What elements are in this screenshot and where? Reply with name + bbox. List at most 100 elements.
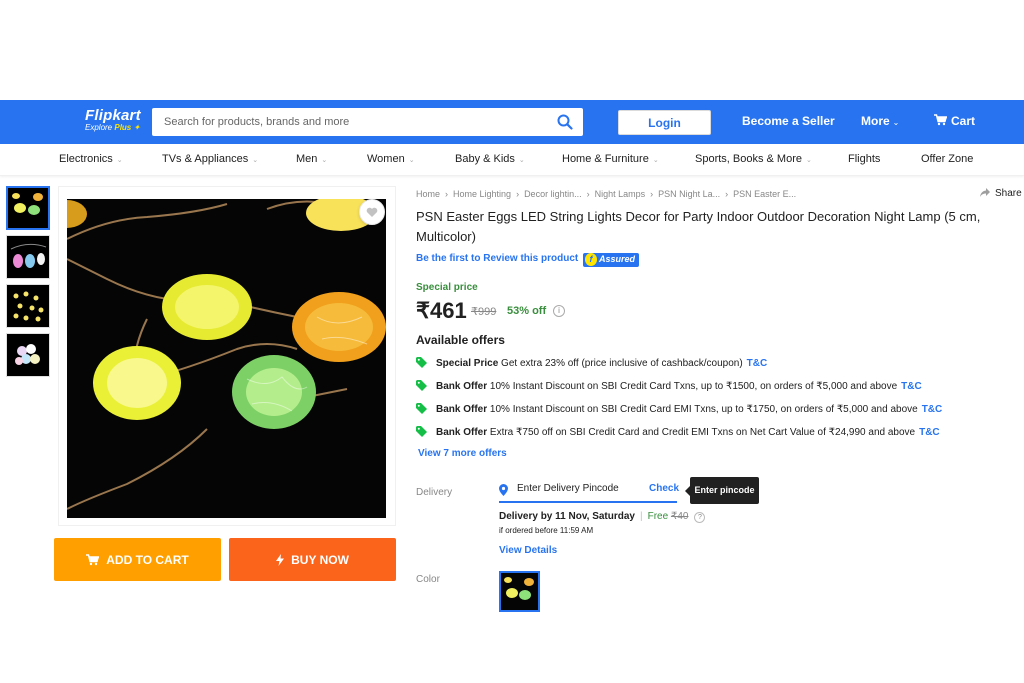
pincode-tooltip: Enter pincode: [685, 477, 759, 504]
offer-type: Bank Offer: [436, 381, 488, 392]
chevron-down-icon: ⌄: [806, 157, 812, 164]
thumbnail-1[interactable]: [6, 186, 50, 230]
flipkart-f-icon: f: [585, 253, 597, 266]
chevron-down-icon: ⌄: [518, 157, 525, 164]
add-to-cart-button[interactable]: ADD TO CART: [54, 538, 221, 581]
category-flights[interactable]: Flights: [848, 153, 880, 165]
offer-tag-icon: [416, 426, 427, 437]
free-delivery-label: Free: [647, 511, 669, 522]
category-tvs-appliances[interactable]: TVs & Appliances ⌄: [162, 153, 258, 165]
add-to-cart-label: ADD TO CART: [106, 552, 189, 567]
category-home-furniture[interactable]: Home & Furniture ⌄: [562, 153, 659, 165]
category-bar: Electronics ⌄ TVs & Appliances ⌄ Men ⌄ Wome…: [0, 144, 1024, 176]
become-seller-link[interactable]: Become a Seller: [742, 114, 835, 128]
color-label: Color: [416, 574, 440, 585]
more-label: More: [861, 114, 890, 128]
thumbnail-2[interactable]: [6, 235, 50, 279]
product-title: PSN Easter Eggs LED String Lights Decor …: [416, 209, 981, 244]
review-link[interactable]: Be the first to Review this product: [416, 253, 578, 264]
offer-tag-icon: [416, 357, 427, 368]
breadcrumb-chevron-icon: ›: [516, 189, 520, 199]
color-swatch-multicolor[interactable]: [499, 571, 540, 612]
login-button[interactable]: Login: [618, 110, 711, 135]
thumbnail-4[interactable]: [6, 333, 50, 377]
category-men[interactable]: Men ⌄: [296, 153, 327, 165]
discount-percent: 53% off: [507, 305, 547, 317]
offer-text: Extra ₹750 off on SBI Credit Card and Cr…: [489, 427, 916, 438]
search-icon[interactable]: [557, 114, 573, 130]
delivery-label: Delivery: [416, 487, 453, 498]
category-women[interactable]: Women ⌄: [367, 153, 415, 165]
breadcrumb: Home › Home Lighting › Decor lightin... › Nigh…: [416, 189, 796, 199]
offer-type: Bank Offer: [436, 427, 488, 438]
chevron-down-icon: ⌄: [116, 157, 123, 164]
cart-label: Cart: [951, 114, 976, 128]
wishlist-heart-icon[interactable]: [359, 199, 385, 225]
delivery-charge-strike: ₹40: [670, 511, 689, 522]
available-offers-heading: Available offers: [416, 333, 505, 347]
category-sports-books[interactable]: Sports, Books & More ⌄: [695, 153, 812, 165]
chevron-down-icon: ⌄: [652, 157, 659, 164]
offer-text: 10% Instant Discount on SBI Credit Card …: [489, 381, 898, 392]
share-label: Share: [995, 188, 1022, 199]
offer-type: Bank Offer: [436, 404, 488, 415]
view-details-link[interactable]: View Details: [499, 545, 557, 556]
offer-tc-link[interactable]: T&C: [922, 404, 943, 415]
cart-icon: [86, 553, 100, 565]
offer-tag-icon: [416, 403, 427, 414]
product-page: Flipkart Explore Plus ✦ Login Become a S…: [0, 0, 1024, 683]
breadcrumb-chevron-icon: ›: [586, 189, 590, 199]
category-baby-kids[interactable]: Baby & Kids ⌄: [455, 153, 525, 165]
check-pincode-button[interactable]: Check: [649, 483, 679, 494]
category-offer-zone[interactable]: Offer Zone: [921, 153, 973, 165]
breadcrumb-psn-night-lamp[interactable]: PSN Night La...: [658, 189, 720, 199]
plus-icon: ✦: [133, 123, 141, 132]
search-bar: [152, 108, 583, 136]
offer-tc-link[interactable]: T&C: [919, 427, 940, 438]
breadcrumb-home[interactable]: Home: [416, 189, 440, 199]
offer-item: Special Price Get extra 23% off (price i…: [416, 357, 767, 369]
offer-item: Bank Offer 10% Instant Discount on SBI C…: [416, 380, 922, 392]
share-icon: [980, 188, 990, 197]
top-header: Flipkart Explore Plus ✦ Login Become a S…: [0, 100, 1024, 144]
offer-tag-icon: [416, 380, 427, 391]
offer-tc-link[interactable]: T&C: [747, 358, 768, 369]
product-image[interactable]: [67, 199, 386, 518]
assured-badge: f Assured: [583, 253, 640, 267]
cart-link[interactable]: Cart: [934, 114, 975, 128]
pincode-input[interactable]: [517, 483, 642, 494]
search-input[interactable]: [152, 108, 532, 136]
offer-tc-link[interactable]: T&C: [901, 381, 922, 392]
selling-price: ₹461: [416, 298, 467, 323]
delivery-date-text: Delivery by 11 Nov, Saturday: [499, 511, 635, 522]
thumbnail-3[interactable]: [6, 284, 50, 328]
offer-text: Get extra 23% off (price inclusive of ca…: [501, 358, 743, 369]
logo-subtext: Explore Plus ✦: [85, 123, 141, 132]
offer-text: 10% Instant Discount on SBI Credit Card …: [489, 404, 918, 415]
flipkart-logo[interactable]: Flipkart Explore Plus ✦: [85, 107, 141, 132]
mrp-price: ₹999: [471, 306, 497, 318]
breadcrumb-decor-lighting[interactable]: Decor lightin...: [524, 189, 582, 199]
breadcrumb-chevron-icon: ›: [725, 189, 729, 199]
chevron-down-icon: ⌄: [321, 157, 328, 164]
chevron-down-icon: ⌄: [252, 157, 259, 164]
info-icon[interactable]: i: [553, 305, 565, 317]
chevron-down-icon: ⌄: [892, 118, 900, 127]
special-price-label: Special price: [416, 282, 478, 293]
category-electronics[interactable]: Electronics ⌄: [59, 153, 123, 165]
thumbnail-list: [6, 186, 54, 382]
delivery-date: Delivery by 11 Nov, Saturday | Free ₹40?: [499, 511, 706, 523]
breadcrumb-chevron-icon: ›: [445, 189, 449, 199]
lightning-icon: [276, 553, 285, 566]
offer-type: Special Price: [436, 358, 499, 369]
breadcrumb-home-lighting[interactable]: Home Lighting: [453, 189, 511, 199]
location-pin-icon: [499, 484, 508, 496]
share-button[interactable]: Share: [980, 188, 1022, 199]
logo-text: Flipkart: [85, 107, 141, 124]
breadcrumb-current: PSN Easter E...: [733, 189, 797, 199]
view-more-offers-link[interactable]: View 7 more offers: [418, 448, 507, 459]
breadcrumb-night-lamps[interactable]: Night Lamps: [595, 189, 646, 199]
help-icon[interactable]: ?: [694, 512, 706, 523]
more-menu[interactable]: More ⌄: [861, 114, 899, 128]
buy-now-button[interactable]: BUY NOW: [229, 538, 396, 581]
